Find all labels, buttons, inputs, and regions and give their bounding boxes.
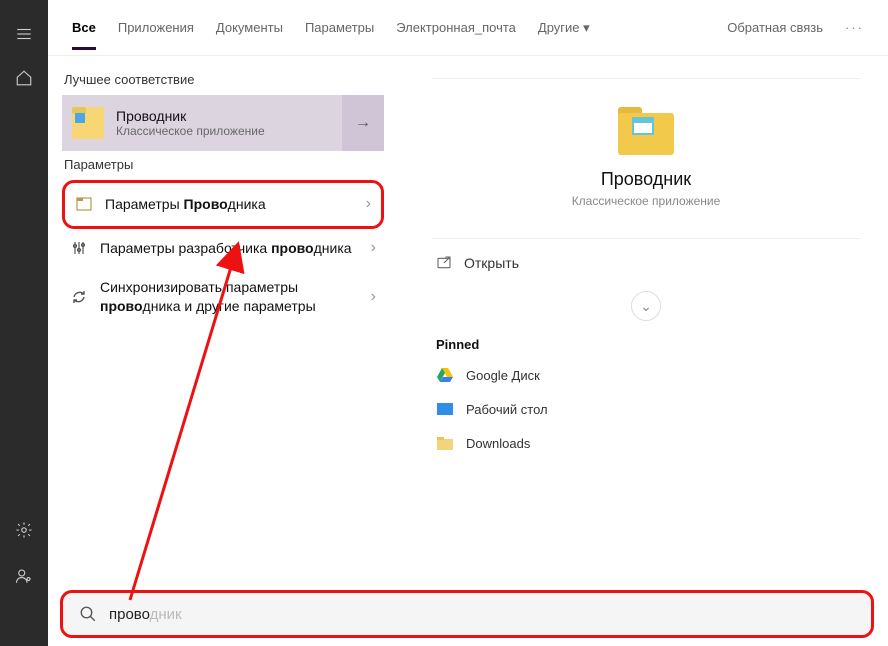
feedback-link[interactable]: Обратная связь	[727, 14, 823, 41]
search-panel: Все Приложения Документы Параметры Элект…	[48, 0, 888, 646]
file-explorer-large-icon	[618, 107, 674, 155]
menu-icon[interactable]	[12, 22, 36, 46]
tab-more[interactable]: Другие ▾	[538, 14, 590, 42]
search-icon	[79, 605, 97, 623]
best-match-result[interactable]: Проводник Классическое приложение →	[62, 95, 384, 151]
tools-icon	[70, 239, 88, 257]
tab-email[interactable]: Электронная_почта	[396, 14, 516, 41]
results-column: Лучшее соответствие Проводник Классическ…	[48, 56, 398, 646]
preview-pane: Проводник Классическое приложение Открыт…	[398, 56, 888, 646]
folder-icon	[436, 434, 454, 452]
preview-subtitle: Классическое приложение	[572, 194, 721, 208]
filter-tabs: Все Приложения Документы Параметры Элект…	[48, 0, 888, 56]
sync-icon	[70, 288, 88, 306]
settings-result-sync[interactable]: Синхронизировать параметры проводника и …	[62, 268, 384, 326]
annotation-highlight: Параметры Проводника ›	[62, 180, 384, 229]
tab-all[interactable]: Все	[72, 14, 96, 50]
settings-item-icon	[75, 195, 93, 213]
pinned-item-downloads[interactable]: Downloads	[432, 430, 860, 456]
best-match-header: Лучшее соответствие	[64, 72, 382, 87]
pinned-item-desktop[interactable]: Рабочий стол	[432, 396, 860, 422]
settings-result-explorer-options[interactable]: Параметры Проводника ›	[67, 185, 379, 224]
chevron-right-icon: ›	[371, 288, 376, 306]
open-icon	[436, 255, 452, 271]
settings-result-label: Параметры разработчика проводника	[100, 239, 359, 258]
preview-title: Проводник	[601, 169, 691, 190]
expand-down-button[interactable]: ⌄	[631, 291, 661, 321]
open-action[interactable]: Открыть	[432, 239, 860, 287]
search-text: проводник	[109, 606, 182, 623]
pinned-label: Downloads	[466, 436, 530, 451]
settings-result-label: Параметры Проводника	[105, 195, 354, 214]
chevron-right-icon: ›	[366, 195, 371, 213]
best-match-subtitle: Классическое приложение	[116, 124, 265, 138]
pinned-item-google-drive[interactable]: Google Диск	[432, 362, 860, 388]
settings-result-developer[interactable]: Параметры разработчика проводника ›	[62, 229, 384, 268]
parameters-header: Параметры	[64, 157, 382, 172]
settings-result-label: Синхронизировать параметры проводника и …	[100, 278, 359, 316]
pinned-header: Pinned	[432, 337, 860, 352]
open-label: Открыть	[464, 255, 519, 271]
desktop-icon	[436, 400, 454, 418]
windows-taskbar	[0, 0, 48, 646]
best-match-title: Проводник	[116, 108, 265, 124]
pinned-label: Рабочий стол	[466, 402, 548, 417]
pinned-label: Google Диск	[466, 368, 540, 383]
search-input[interactable]: проводник	[60, 590, 874, 638]
expand-arrow-icon[interactable]: →	[342, 95, 384, 151]
tab-settings[interactable]: Параметры	[305, 14, 374, 41]
user-icon[interactable]	[12, 564, 36, 588]
tab-docs[interactable]: Документы	[216, 14, 283, 41]
file-explorer-icon	[72, 107, 104, 139]
gear-icon[interactable]	[12, 518, 36, 542]
chevron-right-icon: ›	[371, 239, 376, 257]
tab-apps[interactable]: Приложения	[118, 14, 194, 41]
google-drive-icon	[436, 366, 454, 384]
overflow-icon[interactable]: ···	[845, 20, 864, 35]
home-icon[interactable]	[12, 66, 36, 90]
